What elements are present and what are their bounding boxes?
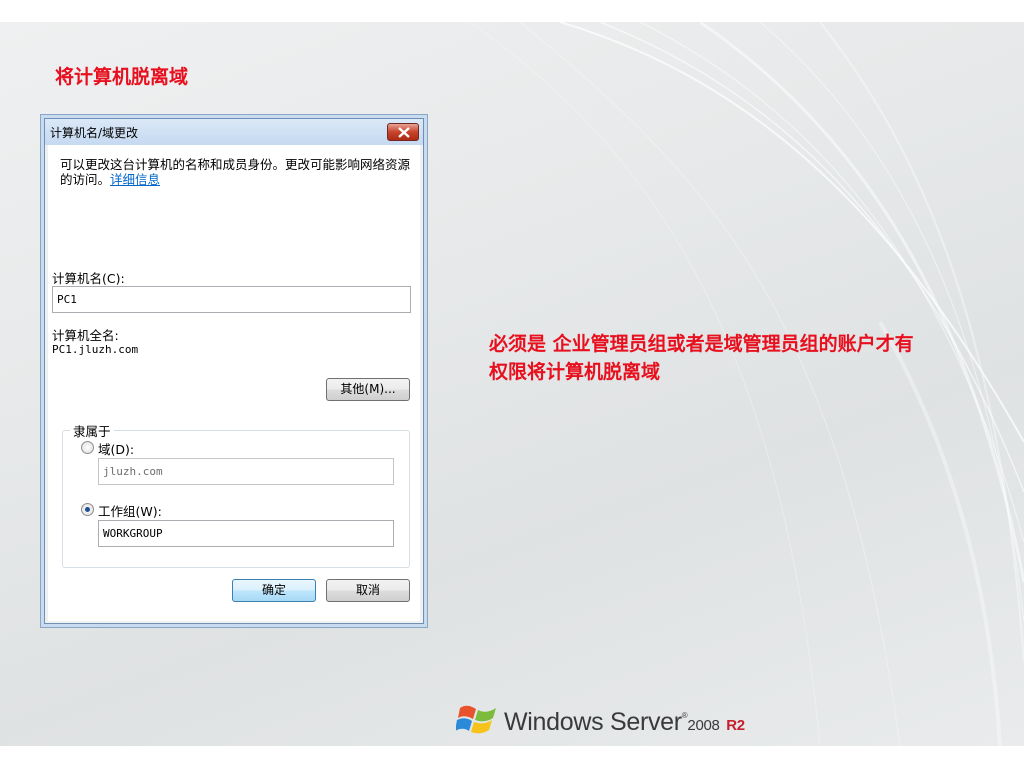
windows-server-wordmark: Windows Server®2008 R2 bbox=[504, 708, 745, 737]
cancel-button[interactable]: 取消 bbox=[326, 579, 410, 602]
slide-title: 将计算机脱离域 bbox=[55, 66, 189, 88]
permission-note: 必须是 企业管理员组或者是域管理员组的账户才有权限将计算机脱离域 bbox=[489, 333, 914, 383]
computer-name-label: 计算机名(C): bbox=[52, 271, 125, 286]
dialog-title: 计算机名/域更改 bbox=[50, 126, 139, 140]
windows-server-logo: Windows Server®2008 R2 bbox=[456, 700, 776, 740]
dialog-body: 可以更改这台计算机的名称和成员身份。更改可能影响网络资源的访问。详细信息 计算机… bbox=[48, 145, 420, 621]
close-button[interactable] bbox=[387, 123, 419, 141]
ok-button[interactable]: 确定 bbox=[232, 579, 316, 602]
windows-flag-icon bbox=[456, 705, 496, 734]
full-name-value: PC1.jluzh.com bbox=[52, 343, 139, 356]
product-version: 2008 bbox=[687, 717, 720, 734]
slide-background: 将计算机脱离域 计算机名/域更改 可以更改这台计算机的名称和成员身份。更改可能影… bbox=[0, 22, 1024, 746]
member-of-label: 隶属于 bbox=[70, 421, 114, 440]
details-link[interactable]: 详细信息 bbox=[110, 172, 160, 187]
computer-name-input[interactable]: PC1 bbox=[52, 286, 411, 313]
computer-name-dialog: 计算机名/域更改 可以更改这台计算机的名称和成员身份。更改可能影响网络资源的访问… bbox=[44, 118, 424, 624]
dialog-titlebar[interactable]: 计算机名/域更改 bbox=[45, 119, 423, 145]
workgroup-input[interactable]: WORKGROUP bbox=[98, 520, 394, 547]
domain-label: 域(D): bbox=[98, 442, 135, 457]
full-name-label: 计算机全名: bbox=[52, 328, 119, 343]
more-button[interactable]: 其他(M)... bbox=[326, 378, 410, 401]
close-icon bbox=[398, 127, 410, 138]
domain-radio[interactable] bbox=[81, 441, 94, 454]
product-name: Windows Server bbox=[504, 708, 682, 736]
domain-input[interactable]: jluzh.com bbox=[98, 458, 394, 485]
dialog-description: 可以更改这台计算机的名称和成员身份。更改可能影响网络资源的访问。详细信息 bbox=[60, 157, 412, 187]
workgroup-label: 工作组(W): bbox=[98, 504, 162, 519]
product-release: R2 bbox=[726, 717, 745, 734]
workgroup-radio[interactable] bbox=[81, 503, 94, 516]
